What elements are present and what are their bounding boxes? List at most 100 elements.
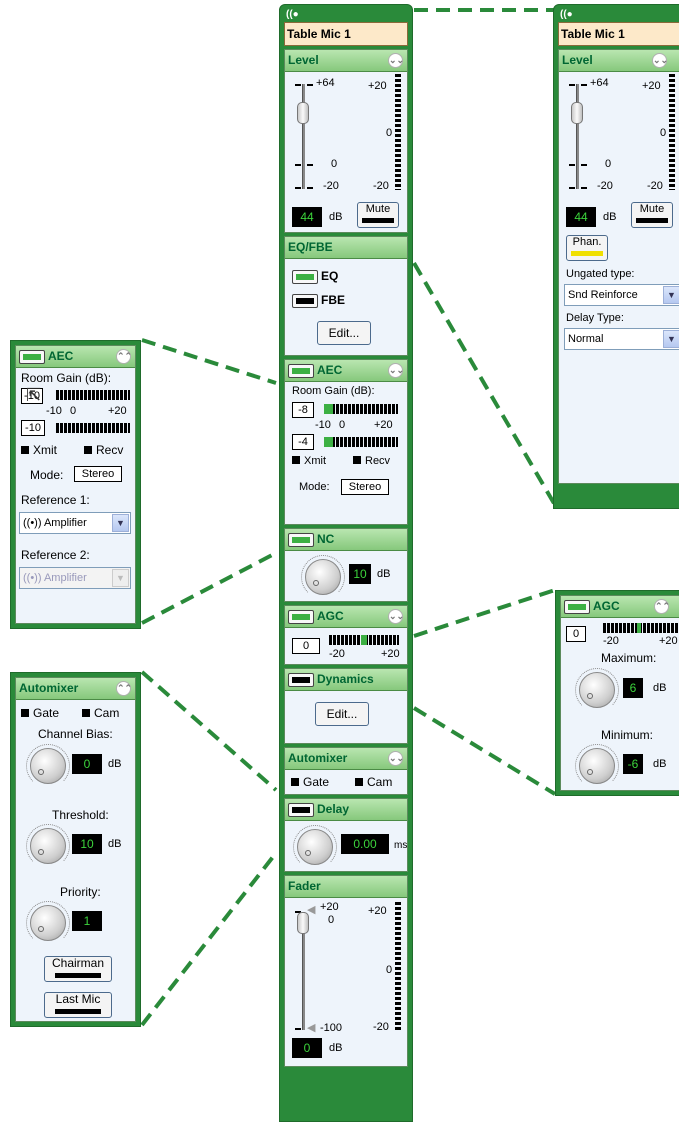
reference2-select[interactable]: ((•)) Amplifier ▼ [19, 567, 131, 589]
chevron-double-up-icon[interactable]: ⌃⌃ [116, 681, 132, 696]
aec-expanded-gain2-field[interactable]: -10 [21, 420, 45, 436]
agc-expanded-led-icon[interactable] [564, 599, 590, 614]
chevron-double-down-icon[interactable]: ⌄⌄ [652, 53, 668, 68]
channel-bias-label: Channel Bias: [38, 727, 113, 741]
priority-knob[interactable] [26, 901, 70, 945]
chevron-down-icon[interactable]: ▼ [663, 286, 679, 304]
chevron-double-down-icon[interactable]: ⌄⌄ [388, 363, 404, 378]
agc-header[interactable]: AGC ⌄⌄ [285, 606, 407, 628]
level-slider-thumb[interactable] [297, 102, 309, 124]
chairman-button[interactable]: Chairman [44, 956, 112, 982]
agc-expanded-header[interactable]: AGC ⌃⌃ [561, 596, 679, 618]
level-expanded-panel: ((● Table Mic 1 Level ⌄⌄ +64 0 -20 +20 0 … [553, 4, 679, 509]
phantom-power-button[interactable]: Phan. [566, 235, 608, 261]
aec-xmit-indicator: Xmit [292, 455, 326, 467]
aec-expanded-led-icon[interactable] [19, 349, 45, 364]
channel-name[interactable]: Table Mic 1 [284, 22, 408, 46]
nc-led-icon[interactable] [288, 532, 314, 547]
delay-type-select[interactable]: Normal ▼ [564, 328, 679, 350]
right-level-header[interactable]: Level ⌄⌄ [559, 50, 679, 72]
chevron-double-down-icon[interactable]: ⌄⌄ [388, 609, 404, 624]
level-slider-track[interactable] [302, 84, 305, 189]
right-level-slider-track[interactable] [576, 84, 579, 189]
aec-header[interactable]: AEC ⌄⌄ [285, 360, 407, 382]
level-title: Level [288, 53, 319, 67]
reference1-value: ((•)) Amplifier [23, 517, 87, 529]
chevron-down-icon[interactable]: ▼ [663, 330, 679, 348]
agc-maximum-value[interactable]: 6 [623, 678, 643, 698]
agc-expanded-scale-left: -20 [603, 635, 619, 647]
aec-expanded-room-gain-label: Room Gain (dB): [21, 371, 112, 385]
eq-toggle[interactable]: EQ [292, 269, 338, 284]
eqfbe-header[interactable]: EQ/FBE [285, 237, 407, 259]
aec-led-icon[interactable] [288, 363, 314, 378]
chevron-double-up-icon[interactable]: ⌃⌃ [654, 599, 670, 614]
agc-expanded-title: AGC [593, 599, 620, 613]
eqfbe-section: EQ/FBE EQ FBE Edit... [284, 236, 408, 356]
chevron-double-down-icon[interactable]: ⌄⌄ [388, 53, 404, 68]
threshold-value[interactable]: 10 [72, 834, 102, 854]
right-level-meter-bottom: -20 [647, 180, 663, 192]
right-level-slider-thumb[interactable] [571, 102, 583, 124]
dynamics-edit-button[interactable]: Edit... [315, 702, 369, 726]
level-value[interactable]: 44 [292, 207, 322, 227]
mute-label: Mute [365, 203, 391, 215]
right-level-scale-top: +64 [590, 77, 609, 89]
threshold-knob[interactable] [26, 824, 70, 868]
aec-gain2-field[interactable]: -4 [292, 434, 314, 450]
agc-minimum-value[interactable]: -6 [623, 754, 643, 774]
automixer-header[interactable]: Automixer ⌄⌄ [285, 748, 407, 770]
channel-bias-value[interactable]: 0 [72, 754, 102, 774]
right-channel-name[interactable]: Table Mic 1 [558, 22, 679, 46]
broadcast-icon: ((● [560, 9, 573, 20]
level-header[interactable]: Level ⌄⌄ [285, 50, 407, 72]
delay-knob[interactable] [293, 825, 337, 869]
chevron-down-icon[interactable]: ▼ [112, 514, 129, 532]
nc-value[interactable]: 10 [349, 564, 371, 584]
fader-slider-thumb[interactable] [297, 912, 309, 934]
ungated-type-select[interactable]: Snd Reinforce ▼ [564, 284, 679, 306]
nc-section: NC 10 dB [284, 528, 408, 602]
agc-expanded-value-field[interactable]: 0 [566, 626, 586, 642]
right-level-value[interactable]: 44 [566, 207, 596, 227]
nc-knob[interactable] [301, 555, 345, 599]
agc-minimum-knob[interactable] [575, 744, 619, 788]
aec-meter2 [324, 437, 398, 447]
delay-value[interactable]: 0.00 [341, 834, 389, 854]
aec-expanded-header[interactable]: AEC ⌃⌃ [16, 346, 135, 368]
fbe-led-icon[interactable] [292, 293, 318, 308]
aec-mode-field[interactable]: Stereo [341, 479, 389, 495]
agc-led-icon[interactable] [288, 609, 314, 624]
eqfbe-edit-button[interactable]: Edit... [317, 321, 371, 345]
fader-value[interactable]: 0 [292, 1038, 322, 1058]
chevron-double-down-icon[interactable]: ⌄⌄ [388, 751, 404, 766]
delay-title: Delay [317, 802, 350, 816]
lastmic-button[interactable]: Last Mic [44, 992, 112, 1018]
agc-value-field[interactable]: 0 [292, 638, 320, 654]
aec-expanded-mode-field[interactable]: Stereo [74, 466, 122, 482]
nc-header[interactable]: NC [285, 529, 407, 551]
delay-header[interactable]: Delay [285, 799, 407, 821]
delay-led-icon[interactable] [288, 802, 314, 817]
dynamics-header[interactable]: Dynamics [285, 669, 407, 691]
right-mute-button[interactable]: Mute [631, 202, 673, 228]
chevron-double-up-icon[interactable]: ⌃⌃ [116, 349, 132, 364]
right-level-meter-top: +20 [642, 80, 661, 92]
ungated-type-label: Ungated type: [566, 268, 635, 280]
aec-gain1-field[interactable]: -8 [292, 402, 314, 418]
reference2-label: Reference 2: [21, 548, 90, 562]
agc-maximum-knob[interactable] [575, 668, 619, 712]
aec-xmit-label: Xmit [304, 455, 326, 467]
channel-bias-knob[interactable] [26, 744, 70, 788]
fader-scale-top: +20 [320, 901, 339, 913]
mute-button[interactable]: Mute [357, 202, 399, 228]
dynamics-led-icon[interactable] [288, 672, 314, 687]
fbe-toggle[interactable]: FBE [292, 293, 345, 308]
agc-expanded-meter [603, 623, 679, 633]
automixer-expanded-header[interactable]: Automixer ⌃⌃ [16, 678, 135, 700]
reference1-select[interactable]: ((•)) Amplifier ▼ [19, 512, 131, 534]
fader-header[interactable]: Fader [285, 876, 407, 898]
eq-led-icon[interactable] [292, 269, 318, 284]
priority-value[interactable]: 1 [72, 911, 102, 931]
chevron-down-icon[interactable]: ▼ [112, 569, 129, 587]
